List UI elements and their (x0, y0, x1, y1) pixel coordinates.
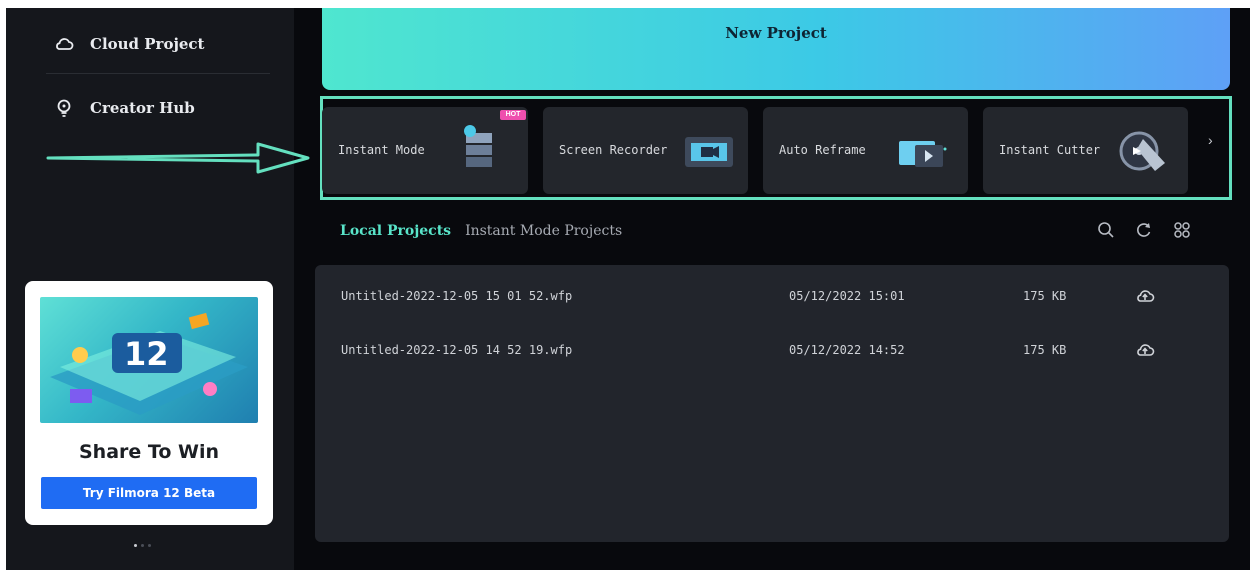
tool-card-screen-recorder[interactable]: Screen Recorder (543, 107, 748, 194)
project-date: 05/12/2022 14:52 (789, 343, 905, 357)
project-list: Untitled-2022-12-05 15 01 52.wfp 05/12/2… (315, 265, 1229, 542)
tool-card-label: Auto Reframe (779, 143, 866, 157)
project-date: 05/12/2022 15:01 (789, 289, 905, 303)
project-toolbar (1096, 220, 1192, 240)
sidebar-item-label: Creator Hub (90, 99, 195, 117)
auto-reframe-thumbnail-icon (899, 141, 947, 167)
project-size: 175 KB (1023, 289, 1067, 303)
chevron-right-icon[interactable]: › (1208, 132, 1213, 148)
instant-cutter-thumbnail-icon (1119, 131, 1165, 171)
sidebar-item-cloud-project[interactable]: Cloud Project (54, 34, 204, 54)
carousel-dot[interactable] (134, 544, 137, 547)
screen-recorder-thumbnail-icon (685, 137, 733, 167)
refresh-icon[interactable] (1134, 220, 1154, 240)
project-name: Untitled-2022-12-05 14 52 19.wfp (341, 343, 573, 357)
lightbulb-icon (57, 99, 71, 117)
try-filmora-button[interactable]: Try Filmora 12 Beta (41, 477, 257, 509)
tool-card-label: Instant Cutter (999, 143, 1101, 157)
sidebar: Cloud Project Creator Hub 12 Share To Wi… (6, 8, 310, 570)
tool-card-label: Screen Recorder (559, 143, 668, 157)
table-row[interactable]: Untitled-2022-12-05 14 52 19.wfp 05/12/2… (315, 337, 1229, 367)
project-tabs: Local Projects Instant Mode Projects (340, 223, 622, 239)
tool-card-auto-reframe[interactable]: Auto Reframe (763, 107, 968, 194)
promo-illustration: 12 (40, 297, 258, 423)
cloud-upload-icon[interactable] (1135, 286, 1155, 306)
search-icon[interactable] (1096, 220, 1116, 240)
new-project-label: New Project (725, 24, 827, 42)
carousel-dot[interactable] (141, 544, 144, 547)
project-size: 175 KB (1023, 343, 1067, 357)
svg-text:12: 12 (124, 335, 169, 373)
tab-instant-mode-projects[interactable]: Instant Mode Projects (465, 223, 622, 239)
project-name: Untitled-2022-12-05 15 01 52.wfp (341, 289, 573, 303)
carousel-dot[interactable] (148, 544, 151, 547)
sidebar-item-label: Cloud Project (90, 35, 205, 53)
table-row[interactable]: Untitled-2022-12-05 15 01 52.wfp 05/12/2… (315, 283, 1229, 313)
tool-card-label: Instant Mode (338, 143, 425, 157)
carousel-indicator (134, 544, 151, 547)
grid-view-icon[interactable] (1172, 220, 1192, 240)
tool-card-instant-cutter[interactable]: Instant Cutter (983, 107, 1188, 194)
tool-card-instant-mode[interactable]: Instant Mode HOT (322, 107, 528, 194)
instant-mode-thumbnail-icon (464, 125, 492, 167)
sidebar-divider (46, 73, 270, 74)
sidebar-item-creator-hub[interactable]: Creator Hub (54, 98, 195, 118)
tab-local-projects[interactable]: Local Projects (340, 223, 451, 239)
app-window: Cloud Project Creator Hub 12 Share To Wi… (6, 8, 1250, 570)
annotation-arrow-icon (46, 142, 310, 174)
cloud-icon (56, 38, 74, 50)
promo-title: Share To Win (78, 441, 219, 463)
new-project-button[interactable]: New Project (322, 8, 1230, 90)
cloud-upload-icon[interactable] (1135, 340, 1155, 360)
promo-card[interactable]: 12 Share To Win Try Filmora 12 Beta (25, 281, 273, 525)
